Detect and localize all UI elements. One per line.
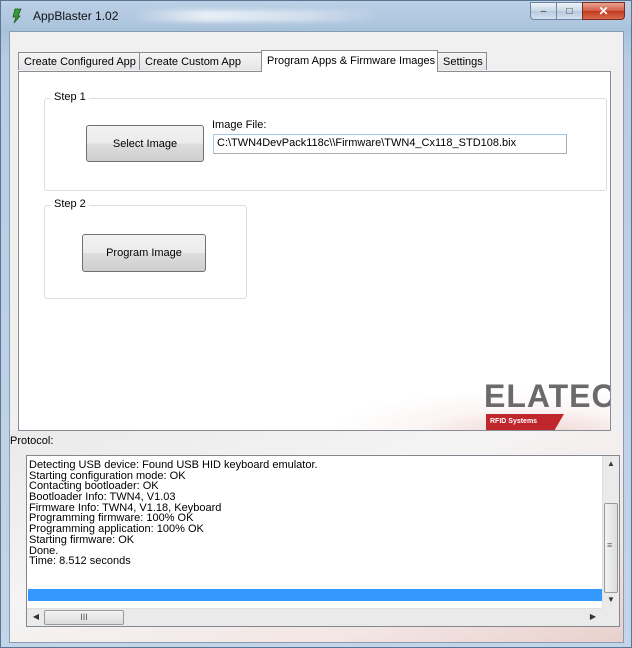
grip-icon: III: [80, 612, 88, 622]
elatec-logo: ELATEC RFID Systems: [322, 378, 611, 430]
image-file-field[interactable]: C:\TWN4DevPack118c\\Firmware\TWN4_Cx118_…: [213, 134, 567, 154]
protocol-log[interactable]: Detecting USB device: Found USB HID keyb…: [26, 455, 620, 627]
log-line: Starting firmware: OK: [29, 533, 135, 546]
tab-create-configured-app[interactable]: Create Configured App: [18, 52, 140, 70]
scroll-up-icon[interactable]: ▲: [603, 459, 619, 468]
vertical-scrollbar[interactable]: ▲ ≡ ▼: [602, 456, 619, 609]
log-lines: Detecting USB device: Found USB HID keyb…: [29, 460, 603, 567]
minimize-button[interactable]: –: [530, 2, 556, 20]
vertical-scroll-thumb[interactable]: ≡: [604, 503, 618, 593]
step1-group: Step 1 Select Image Image File: C:\TWN4D…: [44, 91, 607, 191]
step2-group: Step 2 Program Image: [44, 198, 247, 299]
window-title: AppBlaster 1.02: [33, 9, 119, 23]
tab-create-custom-app[interactable]: Create Custom App: [139, 52, 262, 70]
step1-title: Step 1: [51, 91, 89, 103]
step2-title: Step 2: [51, 198, 89, 210]
tab-settings[interactable]: Settings: [437, 52, 487, 70]
title-bar[interactable]: AppBlaster 1.02 – □ ✕: [1, 1, 631, 31]
scrollbar-corner: [602, 608, 619, 626]
horizontal-scrollbar[interactable]: ◀ III ▶: [27, 608, 602, 626]
select-image-button[interactable]: Select Image: [86, 125, 204, 162]
title-blur-decoration: [131, 10, 381, 22]
tab-program-apps-firmware[interactable]: Program Apps & Firmware Images: [261, 50, 438, 72]
maximize-button[interactable]: □: [556, 2, 582, 20]
tab-panel-program: Step 1 Select Image Image File: C:\TWN4D…: [18, 71, 611, 431]
close-button[interactable]: ✕: [582, 2, 625, 20]
program-image-button[interactable]: Program Image: [82, 234, 206, 272]
app-icon: [12, 8, 22, 24]
scroll-right-icon[interactable]: ▶: [585, 612, 601, 621]
logo-name: ELATEC: [484, 378, 611, 414]
caption-buttons: – □ ✕: [530, 2, 625, 22]
log-line: Time: 8.512 seconds: [29, 555, 131, 568]
client-area: Create Configured App Create Custom App …: [9, 31, 624, 643]
logo-tagline: RFID Systems: [486, 414, 564, 430]
protocol-label: Protocol:: [10, 435, 54, 447]
grip-icon: ≡: [607, 540, 613, 550]
app-window: AppBlaster 1.02 – □ ✕ Create Configured …: [0, 0, 632, 648]
scroll-left-icon[interactable]: ◀: [28, 612, 44, 621]
scroll-down-icon[interactable]: ▼: [603, 595, 619, 604]
selected-log-line[interactable]: [28, 589, 602, 601]
image-file-label: Image File:: [212, 119, 267, 131]
horizontal-scroll-thumb[interactable]: III: [44, 610, 124, 625]
